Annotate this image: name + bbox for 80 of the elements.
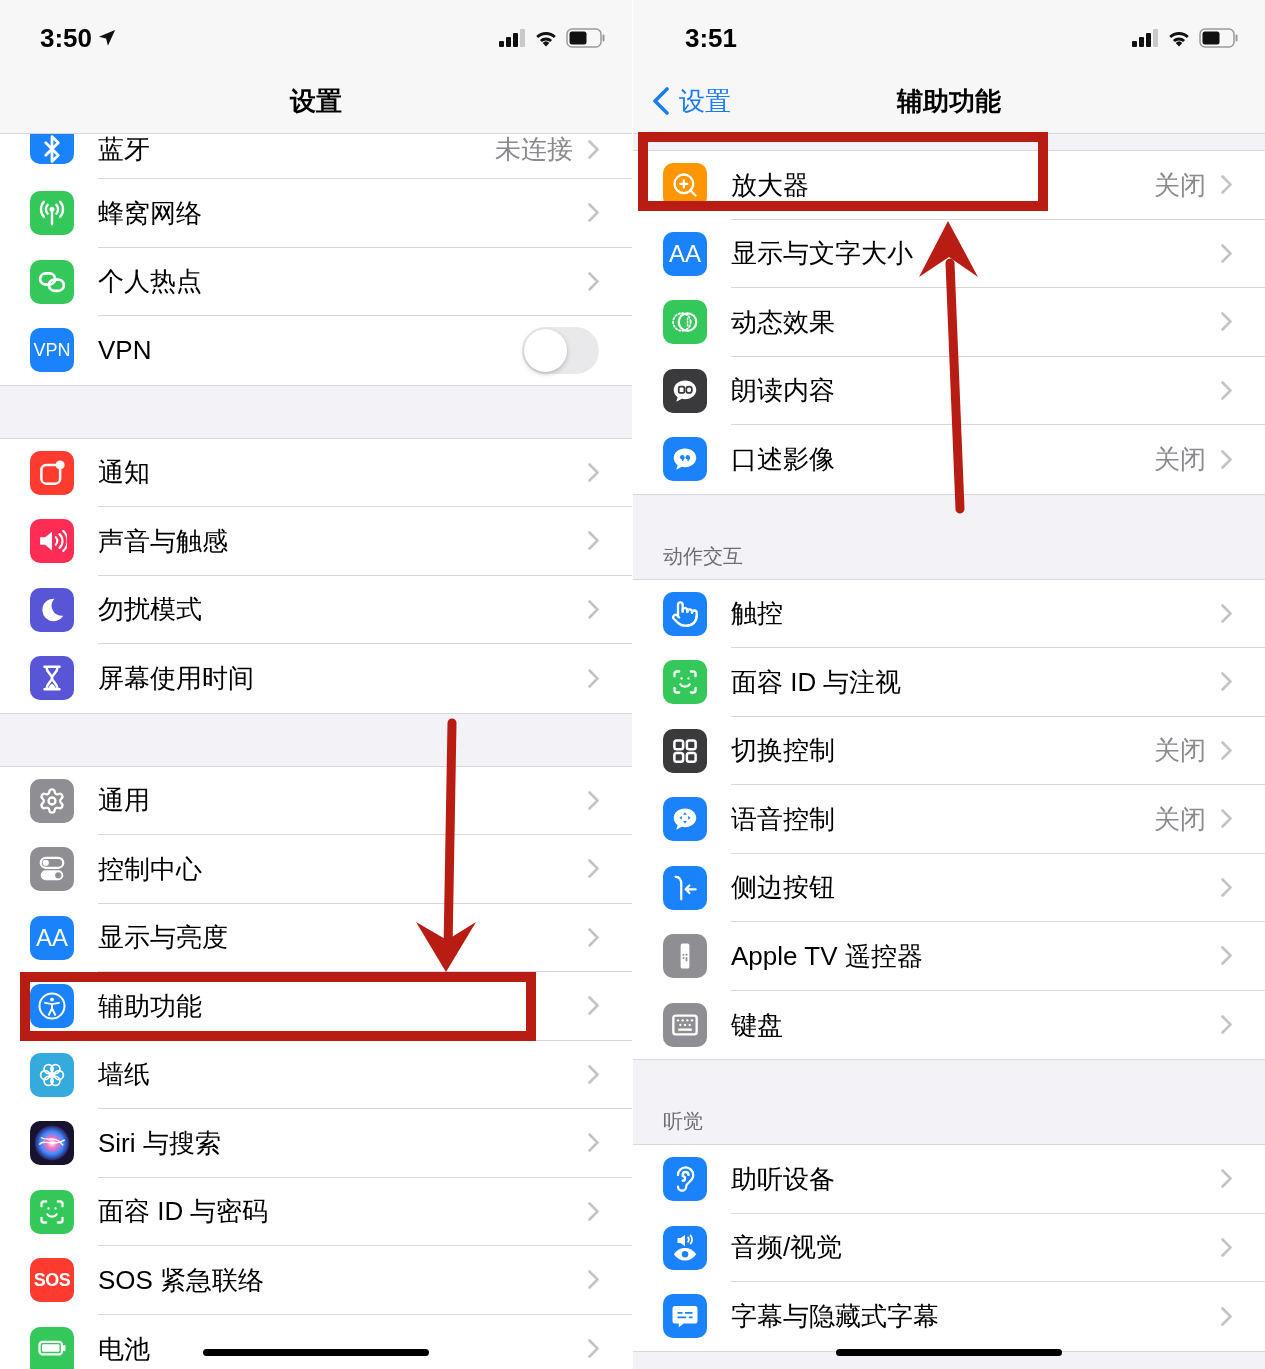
vpn-tile: VPN — [30, 328, 74, 373]
chevron-icon — [1221, 1169, 1232, 1189]
remote-icon — [663, 934, 707, 979]
keyboard-icon — [663, 1002, 707, 1047]
chevron-icon — [588, 668, 599, 688]
chevron-icon — [588, 927, 599, 947]
toggles-icon — [30, 847, 74, 892]
hand-pointer-icon — [663, 591, 707, 636]
chevron-icon — [1221, 809, 1232, 829]
glowing-orb-icon — [30, 1121, 74, 1166]
font-size-tile: AA — [663, 231, 707, 276]
chevron-icon — [588, 203, 599, 223]
wifi-icon — [534, 29, 558, 47]
moon-icon — [30, 587, 74, 632]
caption-bubble-icon — [663, 1294, 707, 1339]
chevron-icon — [588, 790, 599, 810]
motion-circles-icon — [663, 300, 707, 345]
chevron-icon — [1221, 1015, 1232, 1035]
section-header: 动作交互 — [663, 543, 743, 568]
wifi-icon — [1167, 29, 1191, 47]
face-scan-icon — [30, 1189, 74, 1234]
section-header: 听觉 — [663, 1109, 703, 1133]
row-value: 关闭 — [1154, 735, 1206, 766]
chevron-icon — [588, 462, 599, 482]
chevron-icon — [588, 1064, 599, 1084]
chevron-icon — [588, 996, 599, 1016]
flower-icon — [30, 1052, 74, 1097]
status-time: 3:50 — [39, 23, 92, 53]
row-value: 关闭 — [1154, 444, 1206, 475]
accessibility-icon — [30, 984, 74, 1029]
chevron-icon — [1221, 672, 1232, 692]
nav-title: 设置 — [290, 86, 342, 116]
chevron-icon — [588, 1133, 599, 1153]
antenna-icon — [30, 191, 74, 236]
chevron-icon — [588, 1270, 599, 1290]
font-size-tile: AA — [30, 915, 74, 960]
chevron-icon — [588, 599, 599, 619]
toggle-switch[interactable] — [522, 326, 599, 374]
grid-icon — [663, 728, 707, 773]
chevron-icon — [588, 1339, 599, 1358]
speaker-icon — [30, 519, 74, 564]
chevron-icon — [1221, 1306, 1232, 1326]
chevron-icon — [1221, 243, 1232, 263]
back-button[interactable]: 设置 — [652, 86, 731, 116]
battery-icon — [566, 28, 606, 48]
ear-icon — [663, 1157, 707, 1202]
chevron-icon — [1221, 380, 1232, 400]
chevron-icon — [1221, 312, 1232, 332]
chevron-icon — [1221, 877, 1232, 897]
chevron-icon — [1221, 603, 1232, 623]
hourglass-icon — [30, 656, 74, 701]
gear-icon — [30, 778, 74, 823]
row-value: 关闭 — [1154, 803, 1206, 834]
chevron-icon — [1221, 449, 1232, 469]
battery-icon — [1199, 28, 1239, 48]
back-chevron-icon — [652, 87, 670, 115]
chevron-icon — [588, 859, 599, 879]
chain-link-icon — [30, 259, 74, 304]
chevron-icon — [588, 531, 599, 551]
nav-title: 辅助功能 — [897, 86, 1001, 116]
speech-bubble-icon — [663, 368, 707, 413]
battery-icon — [30, 1326, 74, 1369]
row-value: 关闭 — [1154, 169, 1206, 200]
signal-icon — [1132, 29, 1159, 47]
chevron-icon — [1221, 1237, 1232, 1257]
row-value: 未连接 — [495, 134, 573, 164]
quote-bubble-icon — [663, 437, 707, 482]
notification-icon — [30, 450, 74, 495]
chevron-icon — [1221, 175, 1232, 195]
chevron-icon — [1221, 946, 1232, 966]
face-scan-icon — [663, 660, 707, 705]
speaker-eye-icon — [663, 1225, 707, 1270]
signal-icon — [499, 29, 526, 47]
speech-bubble-icon — [663, 797, 707, 842]
chevron-icon — [1221, 740, 1232, 760]
chevron-icon — [588, 139, 599, 159]
status-time: 3:51 — [684, 23, 737, 53]
chevron-icon — [588, 271, 599, 291]
chevron-icon — [588, 1201, 599, 1221]
sos-tile: SOS — [30, 1258, 74, 1303]
